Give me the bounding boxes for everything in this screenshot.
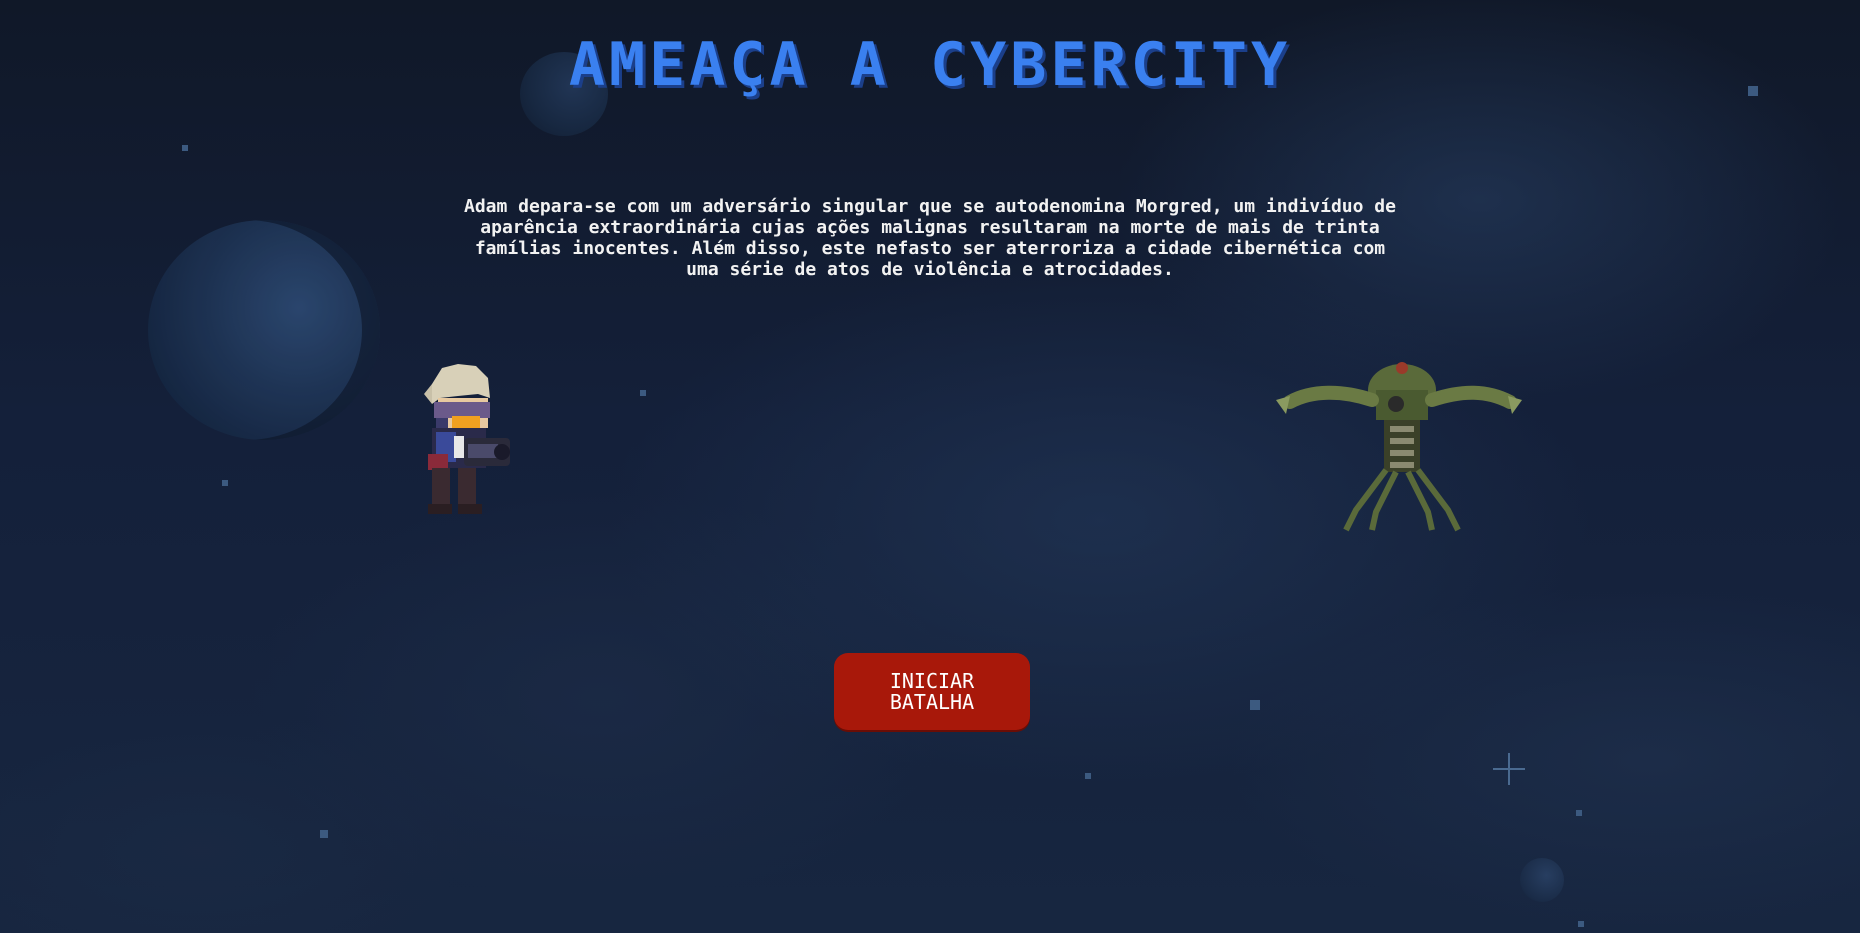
star — [182, 145, 188, 151]
sparkle-star-icon — [1493, 753, 1525, 785]
star — [320, 830, 328, 838]
background-tiny-planet — [1520, 858, 1564, 902]
game-screen: AMEAÇA A CYBERCITY Adam depara-se com um… — [0, 0, 1860, 933]
enemy-sprite — [1276, 362, 1522, 532]
star — [640, 390, 646, 396]
background-planet — [148, 220, 380, 440]
star — [1250, 700, 1260, 710]
start-battle-button[interactable]: INICIAR BATALHA — [834, 653, 1030, 730]
star — [1576, 810, 1582, 816]
star — [1085, 773, 1091, 779]
hero-sprite — [424, 364, 510, 514]
game-title: AMEAÇA A CYBERCITY — [568, 30, 1292, 100]
star — [1578, 921, 1584, 927]
star — [222, 480, 228, 486]
story-text: Adam depara-se com um adversário singula… — [464, 196, 1396, 280]
